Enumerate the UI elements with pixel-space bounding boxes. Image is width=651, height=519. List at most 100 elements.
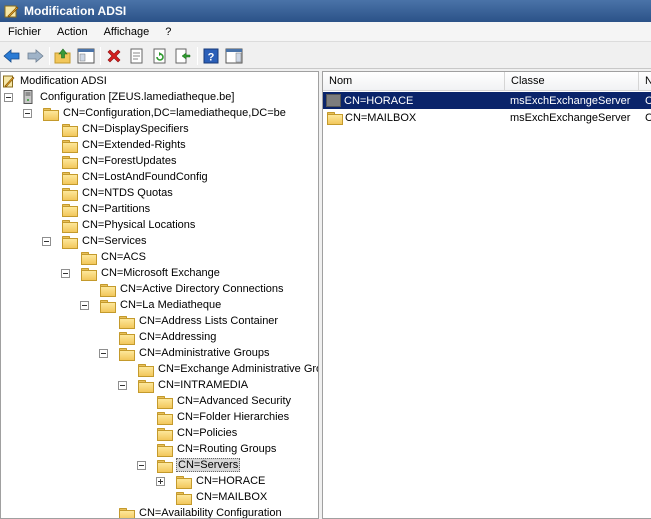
tree-root[interactable]: Modification ADSI <box>3 73 108 89</box>
tree-node[interactable]: CN=Administrative Groups <box>99 345 271 361</box>
collapse-icon[interactable] <box>80 300 89 310</box>
tree-node[interactable]: CN=Policies <box>137 425 238 441</box>
export-list-icon[interactable] <box>173 46 193 66</box>
toolbar-separator <box>100 46 101 65</box>
tree-node[interactable]: CN=Partitions <box>42 201 151 217</box>
tree-node[interactable]: CN=LostAndFoundConfig <box>42 169 209 185</box>
folder-icon <box>118 331 135 345</box>
tree-node-label: CN=Policies <box>177 427 238 439</box>
expand-icon[interactable] <box>156 476 165 486</box>
tree-node[interactable]: CN=Microsoft Exchange <box>61 265 221 281</box>
list-cell-class: msExchExchangeServer <box>510 94 631 107</box>
properties-icon[interactable] <box>127 46 147 66</box>
folder-icon <box>175 475 192 489</box>
folder-icon <box>99 299 116 313</box>
collapse-icon[interactable] <box>61 268 70 278</box>
tree-node-label: CN=MAILBOX <box>196 491 268 503</box>
tree-node[interactable]: Configuration [ZEUS.lamediatheque.be] <box>4 89 235 105</box>
tree-root-label: Modification ADSI <box>20 75 107 87</box>
folder-icon <box>61 219 78 233</box>
tree-node[interactable]: CN=Configuration,DC=lamediatheque,DC=be <box>23 105 287 121</box>
list-row[interactable]: CN=MAILBOX msExchExchangeServer C <box>323 109 651 126</box>
tree-node-label: CN=INTRAMEDIA <box>158 379 249 391</box>
collapse-icon[interactable] <box>23 108 32 118</box>
tree-node[interactable]: CN=DisplaySpecifiers <box>42 121 190 137</box>
tree-node[interactable]: CN=Exchange Administrative Group <box>118 361 319 377</box>
folder-icon <box>61 187 78 201</box>
tree-node[interactable]: CN=Physical Locations <box>42 217 196 233</box>
tree-node-label: CN=HORACE <box>196 475 266 487</box>
tree-node-label: CN=Extended-Rights <box>82 139 186 151</box>
tree-node-label: CN=Advanced Security <box>177 395 292 407</box>
folder-icon <box>118 507 135 518</box>
list-cell-extra: C <box>637 112 651 124</box>
list-cell-class: msExchExchangeServer <box>510 111 631 124</box>
tree-node[interactable]: CN=Availability Configuration <box>99 505 283 519</box>
adsi-edit-root-icon <box>3 74 15 88</box>
tree-node[interactable]: CN=Advanced Security <box>137 393 292 409</box>
list-cell-extra: C <box>637 95 651 107</box>
folder-icon <box>61 139 78 153</box>
show-hide-tree-icon[interactable] <box>76 46 96 66</box>
tree-node-label: CN=Availability Configuration <box>139 507 282 519</box>
tree-node[interactable]: CN=Services <box>42 233 148 249</box>
tree-node[interactable]: CN=Addressing <box>99 329 217 345</box>
menu-affichage[interactable]: Affichage <box>96 22 158 42</box>
tree-node-label: CN=DisplaySpecifiers <box>82 123 189 135</box>
show-hide-action-pane-icon[interactable] <box>224 46 244 66</box>
menu-action[interactable]: Action <box>49 22 96 42</box>
menu-help[interactable]: ? <box>157 22 179 42</box>
list-row[interactable]: CN=HORACE msExchExchangeServer C <box>323 92 651 109</box>
tree-node[interactable]: CN=Folder Hierarchies <box>137 409 290 425</box>
help-icon[interactable]: ? <box>201 46 221 66</box>
tree-node[interactable]: CN=ForestUpdates <box>42 153 177 169</box>
tree-node[interactable]: CN=ACS <box>61 249 147 265</box>
tree-node[interactable]: CN=Extended-Rights <box>42 137 187 153</box>
window-title: Modification ADSI <box>24 4 127 18</box>
column-header-n[interactable]: N <box>639 72 651 91</box>
tree-node[interactable]: CN=Active Directory Connections <box>80 281 285 297</box>
tree-node-label: Configuration [ZEUS.lamediatheque.be] <box>40 91 235 103</box>
back-arrow-icon[interactable] <box>2 46 22 66</box>
folder-icon <box>156 459 173 473</box>
svg-text:?: ? <box>208 51 215 63</box>
tree-node[interactable]: CN=Address Lists Container <box>99 313 279 329</box>
folder-icon <box>42 107 59 121</box>
folder-icon <box>99 283 116 297</box>
tree-node[interactable]: CN=La Mediatheque <box>80 297 222 313</box>
menu-fichier[interactable]: Fichier <box>0 22 49 42</box>
column-header-classe[interactable]: Classe <box>505 72 639 91</box>
tree-pane[interactable]: Modification ADSI Configuration [ZEUS.la… <box>0 71 319 519</box>
forward-arrow-icon[interactable] <box>25 46 45 66</box>
tree-node[interactable]: CN=Routing Groups <box>137 441 277 457</box>
list-pane[interactable]: Nom Classe N CN=HORACE msExchExchangeSer… <box>322 71 651 519</box>
folder-icon <box>61 171 78 185</box>
column-header-nom[interactable]: Nom <box>323 72 505 91</box>
tree-node-label: CN=Address Lists Container <box>139 315 279 327</box>
refresh-icon[interactable] <box>150 46 170 66</box>
menu-bar: Fichier Action Affichage ? <box>0 22 651 42</box>
tree-node-label: CN=Exchange Administrative Group <box>158 363 319 375</box>
collapse-icon[interactable] <box>118 380 127 390</box>
tree-node-label: CN=Administrative Groups <box>139 347 270 359</box>
title-bar: Modification ADSI <box>0 0 651 22</box>
tree-node[interactable]: CN=NTDS Quotas <box>42 185 174 201</box>
tree-node-label: CN=Partitions <box>82 203 151 215</box>
collapse-icon[interactable] <box>99 348 108 358</box>
delete-icon[interactable] <box>104 46 124 66</box>
tree-node-label: CN=Addressing <box>139 331 217 343</box>
up-folder-icon[interactable] <box>53 46 73 66</box>
folder-icon <box>61 123 78 137</box>
folder-icon <box>61 235 78 249</box>
folder-icon <box>156 395 173 409</box>
tree-node-label: CN=ACS <box>101 251 146 263</box>
list-cell-name: CN=HORACE <box>344 94 414 107</box>
tree-node[interactable]: CN=HORACE <box>156 473 266 489</box>
collapse-icon[interactable] <box>137 460 146 470</box>
folder-icon <box>80 251 97 265</box>
collapse-icon[interactable] <box>4 92 13 102</box>
tree-node[interactable]: CN=MAILBOX <box>156 489 268 505</box>
tree-node[interactable]: CN=INTRAMEDIA <box>118 377 249 393</box>
collapse-icon[interactable] <box>42 236 51 246</box>
tree-node[interactable]: CN=Servers <box>137 457 241 473</box>
